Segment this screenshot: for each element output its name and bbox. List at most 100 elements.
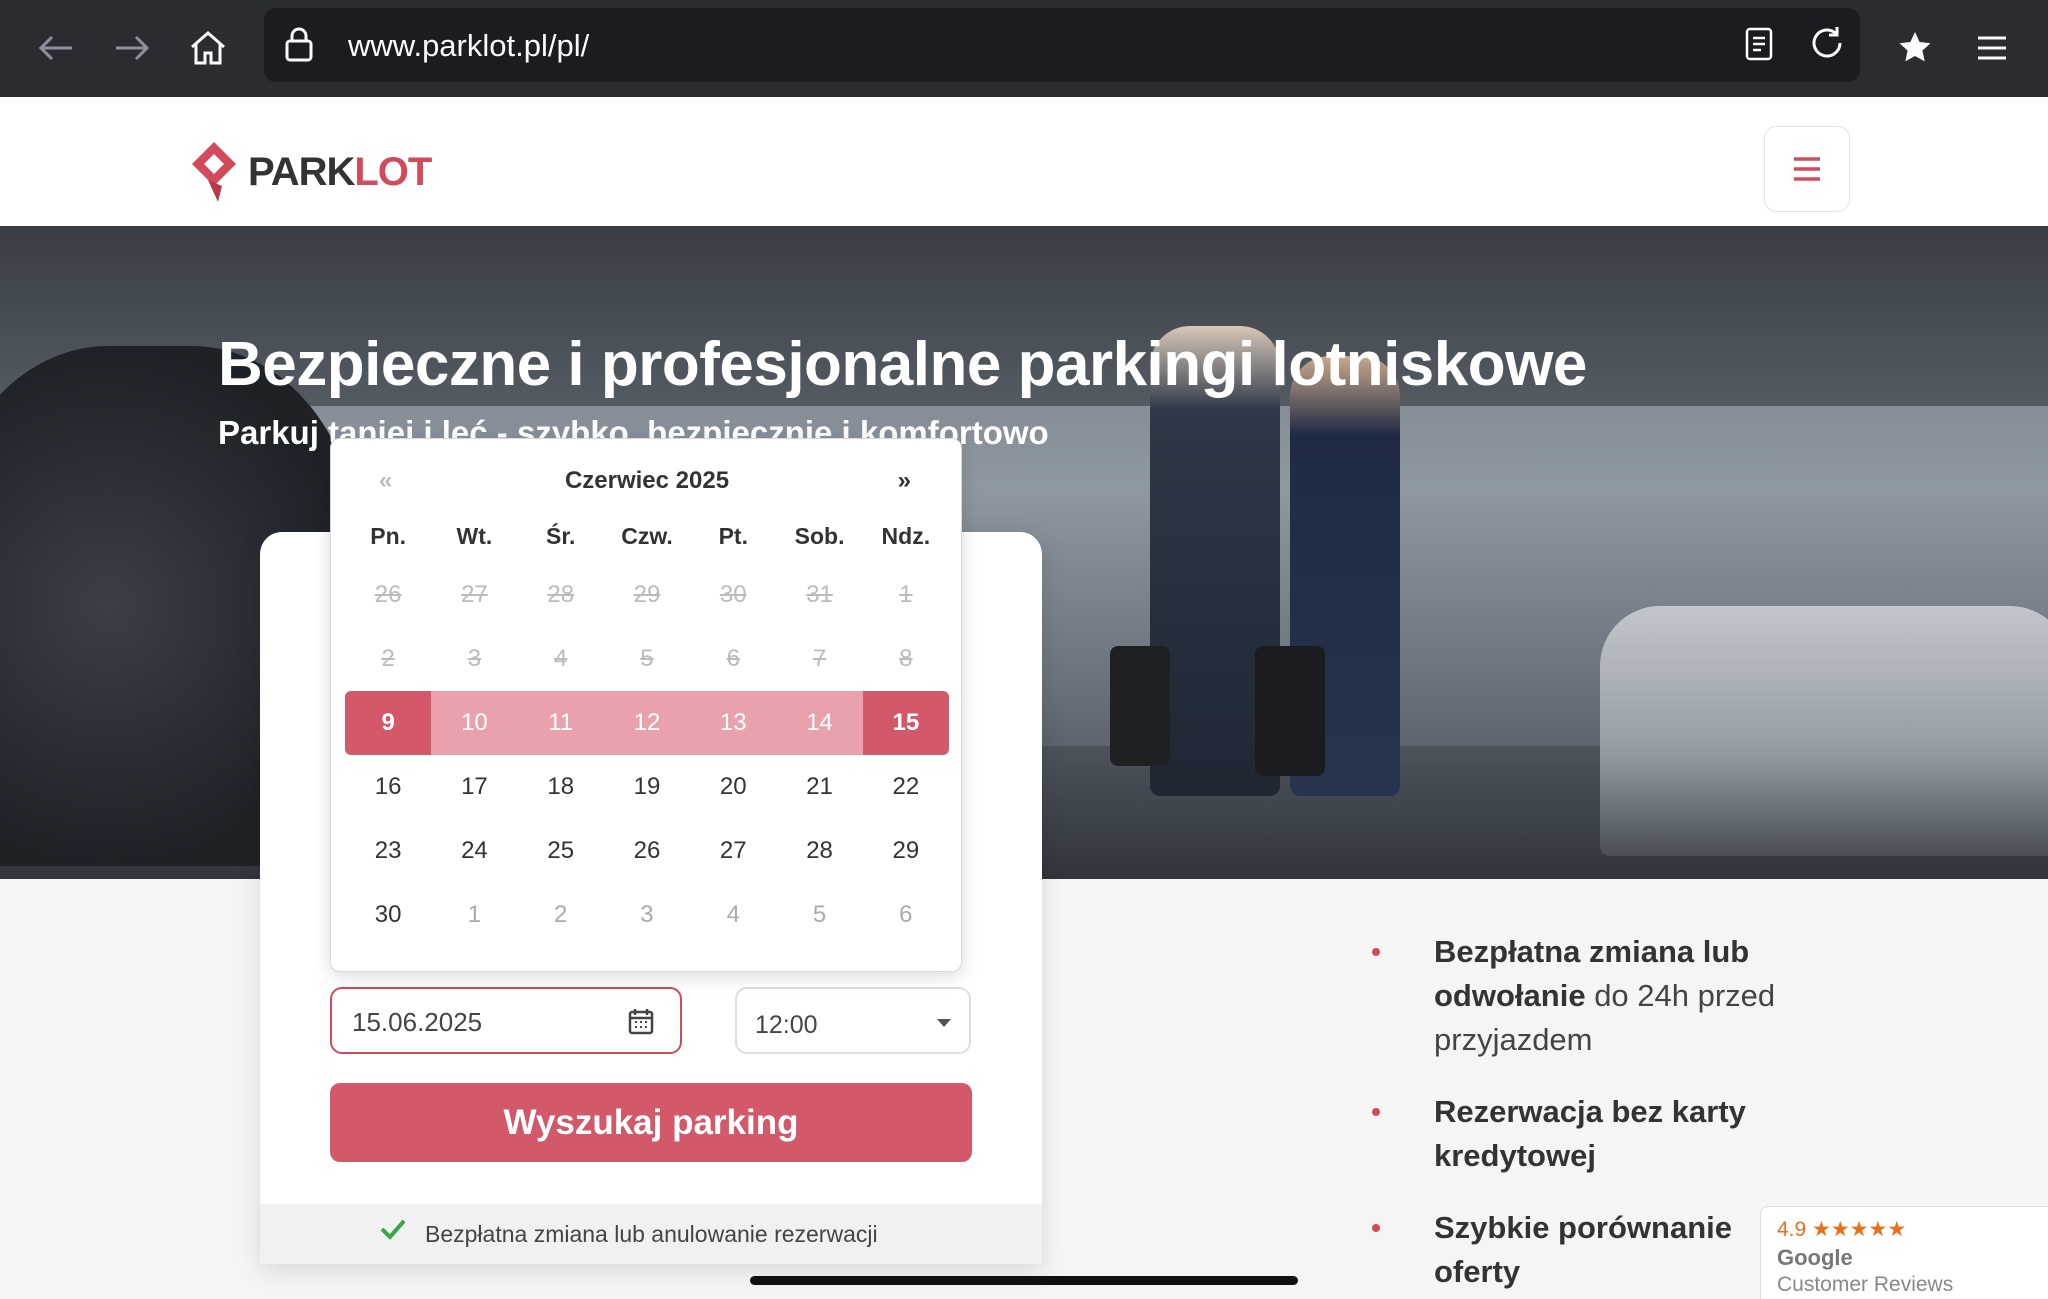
calendar-day-in-range[interactable]: 12 bbox=[603, 691, 691, 755]
calendar-day-next-month[interactable]: 1 bbox=[431, 883, 517, 947]
calendar-day-disabled: 3 bbox=[467, 645, 482, 672]
weekday-label: Pn. bbox=[370, 523, 407, 549]
return-date-value: 15.06.2025 bbox=[352, 1007, 483, 1037]
calendar-day[interactable]: 17 bbox=[431, 755, 517, 819]
calendar-day-disabled: 30 bbox=[719, 581, 747, 608]
feature-item: Szybkie porównanie oferty bbox=[1372, 1206, 1812, 1294]
card-footer: Bezpłatna zmiana lub anulowanie rezerwac… bbox=[260, 1204, 1042, 1264]
calendar-day-next-month[interactable]: 4 bbox=[690, 883, 776, 947]
search-parking-button[interactable]: Wyszukaj parking bbox=[330, 1083, 972, 1162]
calendar-day[interactable]: 24 bbox=[431, 819, 517, 883]
calendar-icon[interactable] bbox=[628, 1007, 654, 1035]
feature-text: Rezerwacja bez karty kredytowej bbox=[1434, 1094, 1746, 1173]
home-indicator bbox=[750, 1276, 1298, 1285]
calendar-day[interactable]: 26 bbox=[604, 819, 690, 883]
calendar-day-disabled: 31 bbox=[806, 581, 833, 608]
bullet-icon bbox=[1372, 948, 1380, 956]
calendar-grid: Pn. Wt. Śr. Czw. Pt. Sob. Ndz. 26 27 28 … bbox=[345, 519, 949, 947]
url-bar[interactable]: www.parklot.pl/pl/ bbox=[264, 8, 1860, 82]
return-time-select[interactable]: 12:00 bbox=[735, 987, 971, 1054]
calendar-day-disabled: 8 bbox=[899, 645, 913, 672]
bullet-icon bbox=[1372, 1108, 1380, 1116]
return-date-input[interactable]: 15.06.2025 bbox=[330, 987, 682, 1054]
calendar-day-disabled: 27 bbox=[461, 581, 488, 608]
hamburger-icon bbox=[1794, 157, 1820, 181]
bookmarks-icon[interactable] bbox=[1889, 22, 1941, 74]
calendar-day-range-end[interactable]: 15 bbox=[862, 691, 949, 755]
free-change-note: Bezpłatna zmiana lub anulowanie rezerwac… bbox=[425, 1221, 878, 1247]
feature-item: Bezpłatna zmiana lub odwołanie do 24h pr… bbox=[1372, 930, 1812, 1062]
next-month-button[interactable]: » bbox=[898, 467, 911, 495]
calendar-day-disabled: 29 bbox=[633, 581, 661, 608]
google-reviews-badge[interactable]: 4.9 ★★★★★ Google Customer Reviews bbox=[1760, 1206, 2048, 1299]
browser-toolbar: www.parklot.pl/pl/ bbox=[0, 0, 2048, 97]
google-brand: Google bbox=[1777, 1245, 1853, 1270]
calendar-day-in-range[interactable]: 10 bbox=[431, 691, 518, 755]
weekday-label: Śr. bbox=[545, 523, 576, 549]
back-icon[interactable] bbox=[30, 22, 82, 74]
lock-icon[interactable] bbox=[284, 26, 314, 67]
calendar-day[interactable]: 28 bbox=[776, 819, 862, 883]
weekday-label: Wt. bbox=[456, 523, 493, 549]
calendar-day-in-range[interactable]: 13 bbox=[690, 691, 777, 755]
calendar-day-disabled: 7 bbox=[812, 645, 827, 672]
calendar-day[interactable]: 29 bbox=[863, 819, 949, 883]
calendar-day-in-range[interactable]: 11 bbox=[517, 691, 604, 755]
calendar-day-next-month[interactable]: 2 bbox=[518, 883, 604, 947]
calendar-week-selected: 9 10 11 12 13 14 15 bbox=[345, 691, 949, 755]
menu-icon[interactable] bbox=[1966, 22, 2018, 74]
parklot-logo-icon bbox=[192, 142, 236, 202]
calendar-day-range-start[interactable]: 9 bbox=[345, 691, 432, 755]
calendar-day-disabled: 1 bbox=[899, 581, 913, 608]
calendar-day-in-range[interactable]: 14 bbox=[776, 691, 863, 755]
home-icon[interactable] bbox=[182, 22, 234, 74]
google-reviews-label: Customer Reviews bbox=[1777, 1273, 1954, 1296]
weekday-label: Sob. bbox=[794, 523, 845, 549]
calendar-day[interactable]: 16 bbox=[345, 755, 431, 819]
bullet-icon bbox=[1372, 1224, 1380, 1232]
reader-icon[interactable] bbox=[1744, 26, 1774, 67]
calendar-day[interactable]: 21 bbox=[776, 755, 862, 819]
parklot-logo[interactable]: PARKLOT bbox=[188, 140, 432, 204]
calendar-day-next-month[interactable]: 3 bbox=[604, 883, 690, 947]
calendar-day-disabled: 4 bbox=[554, 645, 568, 672]
calendar-day[interactable]: 20 bbox=[690, 755, 776, 819]
calendar-day-disabled: 26 bbox=[374, 581, 402, 608]
hero-title: Bezpieczne i profesjonalne parkingi lotn… bbox=[218, 330, 1587, 399]
calendar-day-next-month[interactable]: 5 bbox=[776, 883, 862, 947]
calendar-day[interactable]: 30 bbox=[345, 883, 431, 947]
logo-text: PARKLOT bbox=[248, 149, 432, 194]
calendar-day[interactable]: 18 bbox=[518, 755, 604, 819]
chevron-down-icon bbox=[937, 1019, 951, 1027]
calendar-day[interactable]: 22 bbox=[863, 755, 949, 819]
calendar-day[interactable]: 23 bbox=[345, 819, 431, 883]
calendar-day-disabled: 2 bbox=[381, 645, 395, 672]
return-time-value: 12:00 bbox=[755, 1011, 818, 1039]
calendar-week: 30 1 2 3 4 5 6 bbox=[345, 883, 949, 947]
reload-icon[interactable] bbox=[1808, 24, 1846, 67]
calendar-day-disabled: 28 bbox=[547, 581, 575, 608]
hero-suitcase bbox=[1255, 646, 1325, 776]
calendar-week: 16 17 18 19 20 21 22 bbox=[345, 755, 949, 819]
url-text[interactable]: www.parklot.pl/pl/ bbox=[348, 28, 589, 64]
feature-item: Rezerwacja bez karty kredytowej bbox=[1372, 1090, 1812, 1178]
site-menu-button[interactable] bbox=[1764, 126, 1850, 212]
weekday-header: Pn. Wt. Śr. Czw. Pt. Sob. Ndz. bbox=[345, 519, 949, 553]
feature-text: Szybkie porównanie oferty bbox=[1434, 1210, 1733, 1289]
calendar-day-disabled: 6 bbox=[726, 645, 740, 672]
calendar-day[interactable]: 25 bbox=[518, 819, 604, 883]
calendar-week: 2 3 4 5 6 7 8 bbox=[345, 627, 949, 691]
hero-suitcase bbox=[1110, 646, 1170, 766]
features-list: Bezpłatna zmiana lub odwołanie do 24h pr… bbox=[1372, 930, 1812, 1299]
datepicker-popup: « Czerwiec 2025 » Pn. Wt. Śr. Czw. Pt. S… bbox=[330, 438, 962, 972]
hero-parked-cars-photo bbox=[1600, 606, 2048, 856]
check-icon bbox=[380, 1219, 406, 1240]
weekday-label: Pt. bbox=[718, 523, 748, 549]
forward-icon[interactable] bbox=[106, 22, 158, 74]
calendar-day[interactable]: 27 bbox=[690, 819, 776, 883]
calendar-week: 26 27 28 29 30 31 1 bbox=[345, 563, 949, 627]
calendar-day-next-month[interactable]: 6 bbox=[863, 883, 949, 947]
weekday-label: Ndz. bbox=[881, 523, 931, 549]
calendar-week: 23 24 25 26 27 28 29 bbox=[345, 819, 949, 883]
calendar-day[interactable]: 19 bbox=[604, 755, 690, 819]
